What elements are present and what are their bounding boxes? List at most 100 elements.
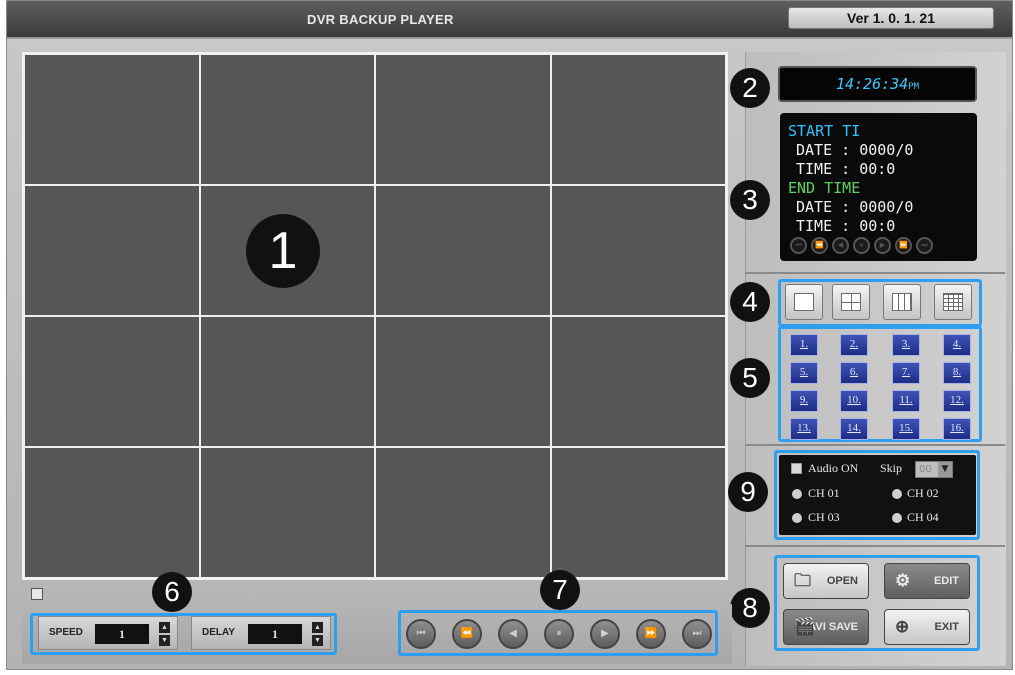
edit-label: EDIT bbox=[933, 575, 959, 587]
step-back-icon[interactable]: ◀ bbox=[498, 619, 528, 649]
mini-back-icon[interactable]: ◀ bbox=[832, 237, 849, 254]
callout-badge-5: 5 bbox=[730, 358, 770, 398]
mini-last-icon[interactable]: ⏭ bbox=[916, 237, 933, 254]
channel-button-10[interactable]: 10. bbox=[840, 390, 868, 412]
avi-save-label: AVI SAVE bbox=[808, 621, 858, 633]
layout-4x4-button[interactable] bbox=[934, 284, 972, 320]
channel-button-2[interactable]: 2. bbox=[840, 334, 868, 356]
delay-control: DELAY 1 ▲ ▼ bbox=[191, 616, 331, 650]
sixteen-screen-icon bbox=[943, 293, 963, 311]
pause-icon[interactable]: ⏸ bbox=[544, 619, 574, 649]
mini-rewind-icon[interactable]: ⏪ bbox=[811, 237, 828, 254]
video-cell[interactable] bbox=[550, 185, 726, 316]
video-cell[interactable] bbox=[550, 316, 726, 447]
nine-screen-icon bbox=[892, 293, 912, 311]
play-icon[interactable]: ▶ bbox=[590, 619, 620, 649]
delay-stepper[interactable]: ▲ ▼ bbox=[312, 622, 323, 646]
channel-button-14[interactable]: 14. bbox=[840, 418, 868, 440]
callout-badge-3: 3 bbox=[730, 180, 770, 220]
speed-label: SPEED bbox=[49, 627, 83, 638]
video-cell[interactable] bbox=[24, 185, 200, 316]
layout-1x1-button[interactable] bbox=[785, 284, 823, 320]
mini-play-icon[interactable]: ▶ bbox=[874, 237, 891, 254]
channel-button-7[interactable]: 7. bbox=[892, 362, 920, 384]
clock-display: 14:26:34PM bbox=[778, 66, 977, 102]
channel-button-1[interactable]: 1. bbox=[790, 334, 818, 356]
callout-badge-4: 4 bbox=[730, 282, 770, 322]
channel-button-5[interactable]: 5. bbox=[790, 362, 818, 384]
video-cell[interactable] bbox=[199, 54, 375, 185]
chevron-down-icon[interactable]: ▼ bbox=[938, 462, 952, 477]
avi-save-button[interactable]: 🎬 AVI SAVE bbox=[783, 609, 869, 645]
folder-icon: 🗀 bbox=[794, 571, 811, 590]
mini-first-icon[interactable]: ⏮ bbox=[790, 237, 807, 254]
callout-badge-8: 8 bbox=[730, 588, 770, 628]
ch04-label: CH 04 bbox=[907, 510, 939, 524]
edit-button[interactable]: ⚙ EDIT bbox=[884, 563, 970, 599]
video-cell[interactable] bbox=[375, 185, 551, 316]
video-cell[interactable] bbox=[375, 316, 551, 447]
channel-button-15[interactable]: 15. bbox=[892, 418, 920, 440]
ch01-radio[interactable] bbox=[792, 489, 802, 499]
callout-badge-2: 2 bbox=[730, 68, 770, 108]
grid-toggle-checkbox[interactable] bbox=[31, 588, 43, 600]
video-cell[interactable] bbox=[199, 447, 375, 578]
exit-button[interactable]: ⊕ EXIT bbox=[884, 609, 970, 645]
audio-on-checkbox[interactable] bbox=[791, 463, 802, 474]
panel-divider bbox=[745, 444, 1005, 446]
start-time-value: TIME : 00:0 bbox=[796, 160, 896, 178]
ch02-label: CH 02 bbox=[907, 486, 939, 500]
first-frame-icon[interactable]: ⏮ bbox=[406, 619, 436, 649]
layout-2x2-button[interactable] bbox=[832, 284, 870, 320]
video-cell[interactable] bbox=[24, 447, 200, 578]
video-cell[interactable] bbox=[375, 54, 551, 185]
video-cell[interactable] bbox=[24, 316, 200, 447]
ch04-radio[interactable] bbox=[892, 513, 902, 523]
layout-3x3-button[interactable] bbox=[883, 284, 921, 320]
gear-icon: ⚙ bbox=[895, 571, 911, 590]
speed-value[interactable]: 1 bbox=[95, 624, 149, 644]
last-frame-icon[interactable]: ⏭ bbox=[682, 619, 712, 649]
ch02-radio[interactable] bbox=[892, 489, 902, 499]
skip-select[interactable]: 00 ▼ bbox=[915, 461, 953, 478]
channel-button-3[interactable]: 3. bbox=[892, 334, 920, 356]
video-cell[interactable] bbox=[24, 54, 200, 185]
video-cell[interactable] bbox=[375, 447, 551, 578]
channel-button-11[interactable]: 11. bbox=[892, 390, 920, 412]
speed-control: SPEED 1 ▲ ▼ bbox=[38, 616, 178, 650]
video-cell[interactable] bbox=[550, 54, 726, 185]
mini-pause-icon[interactable]: ⏸ bbox=[853, 237, 870, 254]
ch01-label: CH 01 bbox=[808, 486, 840, 500]
ch03-label: CH 03 bbox=[808, 510, 840, 524]
delay-label: DELAY bbox=[202, 627, 235, 638]
arrow-down-icon[interactable]: ▼ bbox=[159, 635, 170, 646]
callout-badge-7: 7 bbox=[540, 570, 580, 610]
arrow-up-icon[interactable]: ▲ bbox=[312, 622, 323, 633]
speed-stepper[interactable]: ▲ ▼ bbox=[159, 622, 170, 646]
fast-forward-icon[interactable]: ⏩ bbox=[636, 619, 666, 649]
mini-forward-icon[interactable]: ⏩ bbox=[895, 237, 912, 254]
channel-button-16[interactable]: 16. bbox=[943, 418, 971, 440]
end-time-value: TIME : 00:0 bbox=[796, 217, 896, 235]
channel-button-12[interactable]: 12. bbox=[943, 390, 971, 412]
channel-button-13[interactable]: 13. bbox=[790, 418, 818, 440]
channel-button-8[interactable]: 8. bbox=[943, 362, 971, 384]
start-date-value: DATE : 0000/0 bbox=[796, 141, 914, 159]
open-button[interactable]: 🗀 OPEN bbox=[783, 563, 869, 599]
callout-badge-6: 6 bbox=[152, 572, 192, 612]
delay-value[interactable]: 1 bbox=[248, 624, 302, 644]
video-grid[interactable] bbox=[22, 52, 728, 580]
video-cell[interactable] bbox=[199, 316, 375, 447]
ch03-radio[interactable] bbox=[792, 513, 802, 523]
channel-button-6[interactable]: 6. bbox=[840, 362, 868, 384]
rewind-icon[interactable]: ⏪ bbox=[452, 619, 482, 649]
channel-button-9[interactable]: 9. bbox=[790, 390, 818, 412]
clock-time: 14:26:34 bbox=[835, 75, 909, 93]
single-screen-icon bbox=[794, 293, 814, 311]
video-cell[interactable] bbox=[550, 447, 726, 578]
skip-label: Skip bbox=[880, 461, 903, 475]
arrow-down-icon[interactable]: ▼ bbox=[312, 635, 323, 646]
arrow-up-icon[interactable]: ▲ bbox=[159, 622, 170, 633]
channel-button-4[interactable]: 4. bbox=[943, 334, 971, 356]
clock-ampm: PM bbox=[908, 82, 920, 92]
